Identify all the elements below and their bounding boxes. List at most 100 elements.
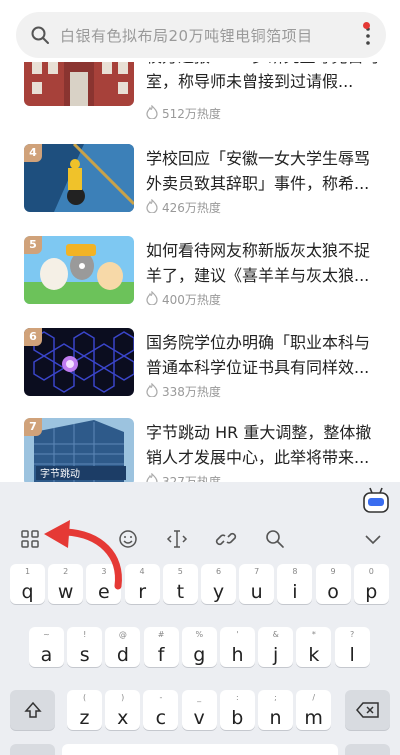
list-item[interactable]: 6 国务院学位办明确「职业本科与普通本科学位证书具有同样效... 338万热度 [0, 328, 400, 408]
key-h[interactable]: ' h [220, 627, 255, 667]
key-z[interactable]: (z [67, 690, 102, 730]
item-title[interactable]: 学校回应「安徽一女大学生辱骂外卖员致其辞职」事件，称希... [146, 146, 382, 196]
search-icon[interactable] [264, 528, 286, 550]
key-secondary-label: / [312, 693, 316, 702]
space-key[interactable] [62, 744, 338, 755]
key-g[interactable]: % g [181, 627, 217, 667]
key-l[interactable]: ? l [334, 627, 370, 667]
key-f[interactable]: # f [143, 627, 179, 667]
key-secondary-label: % [195, 630, 204, 639]
thumbnail-image: 6 [24, 328, 134, 396]
key-label: k [308, 644, 320, 666]
search-icon [31, 26, 49, 44]
heat-value: 400万热度 [162, 293, 221, 307]
item-title[interactable]: 如何看待网友称新版灰太狼不捉羊了，建议《喜羊羊与灰太狼... [146, 238, 382, 288]
rank-badge: 7 [24, 418, 42, 436]
rank-badge: 4 [24, 144, 42, 162]
rank-badge: 5 [24, 236, 42, 254]
key-secondary-label: ( [82, 693, 87, 702]
key-u[interactable]: 7u [239, 564, 275, 604]
key-secondary-label: 5 [177, 567, 183, 576]
list-item[interactable]: 3 校方通报「34 岁研究生导完自习室，称导师未曾接到过请假... 512万热度 [0, 42, 400, 130]
key-m[interactable]: / m [296, 690, 332, 730]
key-secondary-label: 0 [368, 567, 374, 576]
key-o[interactable]: 9o [315, 564, 351, 604]
key-secondary-label: @ [118, 630, 127, 639]
key-label: d [116, 644, 129, 666]
key-label: r [138, 581, 146, 603]
key-label: p [365, 581, 378, 603]
key-d[interactable]: @ d [105, 627, 141, 667]
key-secondary-label: 9 [330, 567, 336, 576]
key-label: s [79, 644, 90, 666]
flame-icon [146, 105, 158, 119]
key-secondary-label: _ [197, 693, 202, 702]
key-label: i [292, 581, 298, 603]
heat-value: 338万热度 [162, 385, 221, 399]
key-secondary-label: 6 [215, 567, 222, 576]
key-y[interactable]: 6y [201, 564, 236, 604]
key-label: g [193, 644, 206, 666]
key-label: b [231, 707, 244, 729]
item-title[interactable]: 国务院学位办明确「职业本科与普通本科学位证书具有同样效... [146, 330, 382, 380]
key-secondary-label: # [157, 630, 165, 639]
key-r[interactable]: 4r [124, 564, 160, 604]
collapse-icon[interactable] [362, 528, 384, 550]
key-i[interactable]: 8i [277, 564, 313, 604]
key-secondary-label: 7 [254, 567, 260, 576]
key-s[interactable]: ! s [67, 627, 103, 667]
key-label: a [40, 644, 53, 666]
key-secondary-label: & [272, 630, 279, 639]
key-secondary-label: 8 [292, 567, 298, 576]
key-p[interactable]: 0p [353, 564, 389, 604]
thumbnail-image: 5 [24, 236, 134, 304]
key-n[interactable]: ; n [258, 690, 293, 730]
key-x[interactable]: ) x [105, 690, 141, 730]
shift-arrow-icon [24, 701, 42, 718]
annotation-arrow-icon [44, 520, 122, 590]
key-label: j [273, 644, 279, 666]
key-label: x [117, 707, 129, 729]
key-secondary-label: * [311, 630, 316, 639]
key-a[interactable]: ~ a [29, 627, 64, 667]
thumbnail-image: 4 [24, 144, 134, 212]
search-input[interactable]: 白银有色拟布局20万吨锂电铜箔项目 [60, 25, 313, 46]
bottom-left-key[interactable] [10, 744, 55, 755]
key-label: h [231, 644, 244, 666]
cursor-icon[interactable] [166, 528, 188, 550]
search-bar[interactable]: 白银有色拟布局20万吨锂电铜箔项目 [16, 12, 386, 58]
key-b[interactable]: :b [219, 690, 255, 730]
item-title[interactable]: 字节跳动 HR 重大调整，整体撤销人才发展中心，此举将带来... [146, 420, 382, 470]
list-item[interactable]: 5 如何看待网友称新版灰太狼不捉羊了，建议《喜羊羊与灰太狼... 400万热度 [0, 236, 400, 316]
key-label: l [349, 644, 355, 666]
key-j[interactable]: & j [258, 627, 294, 667]
assistant-robot-icon[interactable] [361, 486, 391, 514]
key-label: o [327, 581, 339, 603]
shift-key[interactable] [10, 690, 55, 730]
key-secondary-label: ~ [43, 630, 50, 639]
backspace-icon [356, 702, 379, 718]
rank-badge: 6 [24, 328, 42, 346]
key-label: n [269, 707, 282, 729]
key-secondary-label: 4 [139, 567, 145, 576]
key-secondary-label: ' [236, 630, 239, 639]
key-label: y [212, 581, 225, 603]
flame-icon [146, 291, 158, 305]
bottom-right-key[interactable] [345, 744, 390, 755]
thumbnail-image: 字节跳动 7 [24, 418, 134, 486]
key-secondary-label: : [235, 693, 239, 702]
key-secondary-label: ! [83, 630, 87, 639]
search-header: 白银有色拟布局20万吨锂电铜箔项目 [0, 0, 400, 62]
key-label: t [176, 581, 185, 603]
key-label: z [79, 707, 90, 729]
link-icon[interactable] [215, 528, 237, 550]
key-k[interactable]: * k [296, 627, 332, 667]
thumbnail-sign-text: 字节跳动 [40, 467, 80, 480]
heat-value: 426万热度 [162, 201, 221, 215]
key-t[interactable]: 5t [162, 564, 198, 604]
key-v[interactable]: _ v [181, 690, 217, 730]
key-secondary-label: ? [349, 630, 355, 639]
backspace-key[interactable] [345, 690, 390, 730]
list-item[interactable]: 4 学校回应「安徽一女大学生辱骂外卖员致其辞职」事件，称希... 426万热度 [0, 144, 400, 224]
key-c[interactable]: -c [143, 690, 179, 730]
